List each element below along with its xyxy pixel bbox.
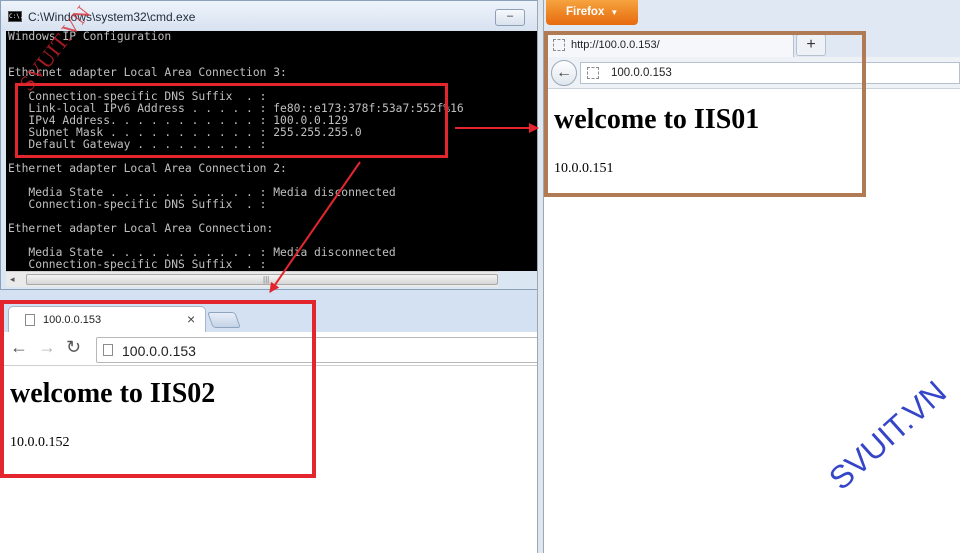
console-line: Ethernet adapter Local Area Connection 2… [8, 162, 287, 175]
chrome-highlight-box [0, 300, 316, 478]
horizontal-scrollbar[interactable]: ◂ ||| [6, 271, 498, 287]
scroll-grip-icon: ||| [263, 275, 270, 284]
console-line: Connection-specific DNS Suffix . : [8, 258, 267, 271]
console-line: Windows IP Configuration [8, 31, 172, 43]
ip-config-highlight-box [15, 83, 448, 158]
scrollbar-thumb[interactable]: ||| [26, 274, 498, 285]
cmd-app-icon: C:\. [8, 11, 24, 22]
firefox-menu-label: Firefox [566, 6, 605, 18]
scrollbar-corner [498, 271, 541, 287]
minimize-button[interactable]: – [495, 9, 525, 26]
firefox-menu-button[interactable]: Firefox ▼ [546, 0, 638, 25]
dropdown-arrow-icon: ▼ [610, 8, 619, 17]
cmd-window-title: C:\Windows\system32\cmd.exe [28, 10, 196, 24]
firefox-title-bar: Firefox ▼ [544, 0, 960, 30]
console-line: Connection-specific DNS Suffix . : [8, 198, 267, 211]
firefox-highlight-box [544, 31, 866, 197]
window-divider [537, 0, 544, 553]
console-line: Ethernet adapter Local Area Connection: [8, 222, 274, 235]
scroll-left-arrow-icon[interactable]: ◂ [10, 274, 15, 285]
